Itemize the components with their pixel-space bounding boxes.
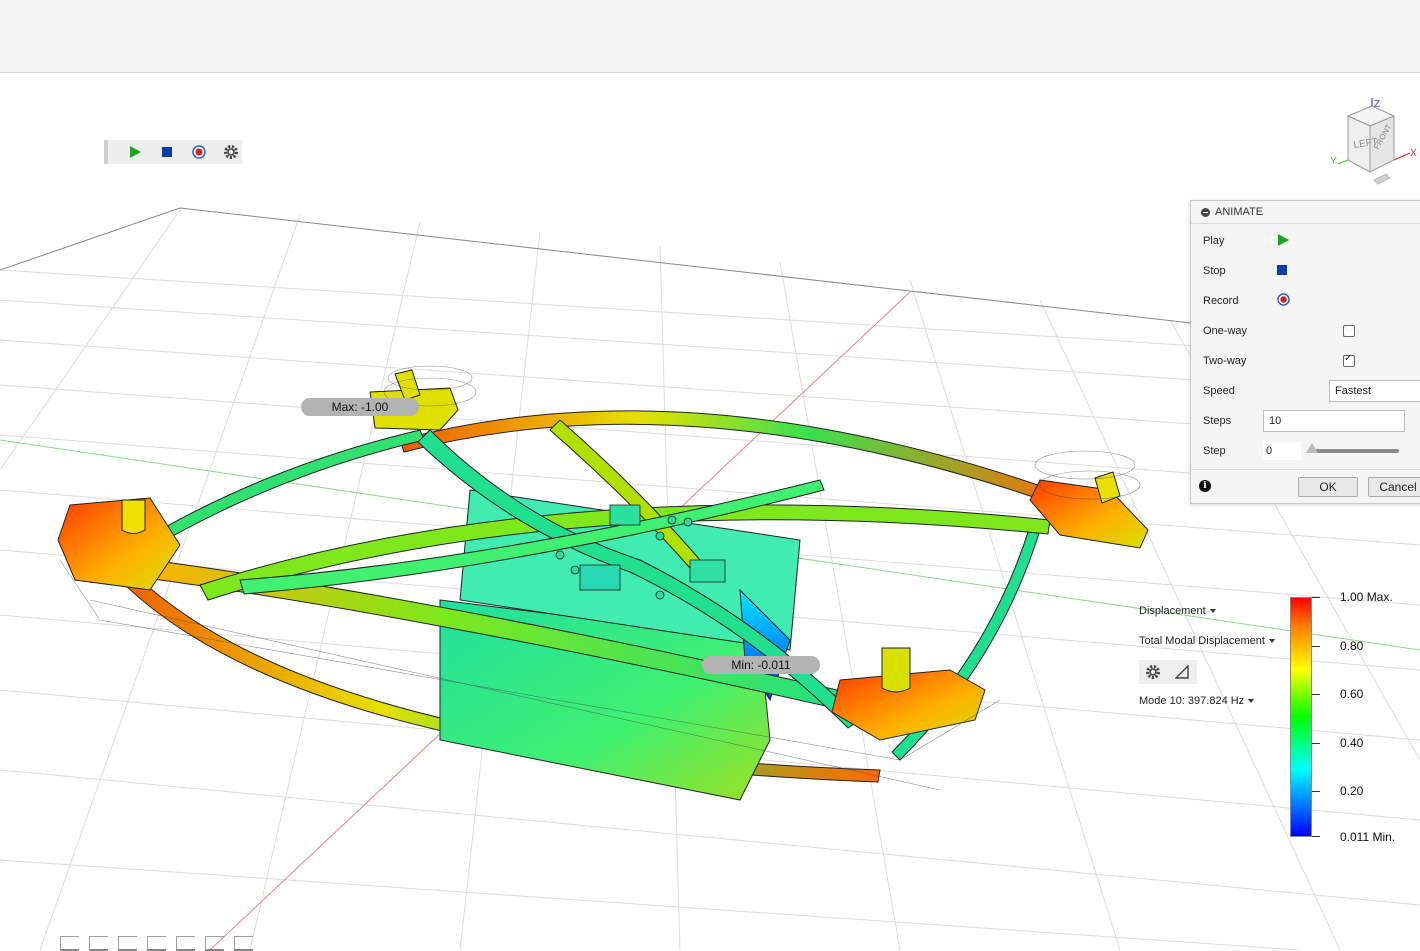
fit-icon[interactable] (176, 935, 195, 951)
result-type-dropdown[interactable]: Displacement (1135, 603, 1220, 619)
record-label: Record (1203, 295, 1239, 307)
one-way-checkbox[interactable] (1343, 325, 1355, 337)
ok-button[interactable]: OK (1298, 477, 1358, 497)
mode-dropdown[interactable]: Mode 10: 397.824 Hz (1135, 693, 1258, 709)
animate-dialog-footer: i OK Cancel (1191, 469, 1420, 504)
legend-label: 0.60 (1340, 687, 1364, 701)
legend-label: 0.40 (1340, 736, 1364, 750)
record-button[interactable] (188, 141, 210, 163)
legend-tick (1312, 791, 1320, 792)
panel-record-button[interactable] (1277, 293, 1290, 309)
steps-label: Steps (1203, 415, 1232, 427)
legend-tick (1312, 646, 1320, 647)
one-way-label: One-way (1203, 325, 1248, 337)
min-callout: Min: -0.011 (702, 656, 820, 674)
step-row: Step 0 (1203, 442, 1399, 460)
one-way-row: One-way (1203, 322, 1355, 340)
speed-row: Speed Fastest (1203, 380, 1420, 402)
play-icon (1278, 233, 1289, 246)
play-row: Play (1203, 232, 1289, 250)
cancel-button[interactable]: Cancel (1368, 477, 1420, 497)
play-icon (130, 146, 141, 158)
viewcube[interactable]: LEFT FRONT X Y Z (1328, 98, 1420, 188)
speed-label: Speed (1203, 385, 1235, 397)
info-icon[interactable]: i (1199, 480, 1211, 492)
probe-icon[interactable] (1175, 665, 1189, 679)
chevron-down-icon (1209, 609, 1216, 614)
step-value-input[interactable]: 0 (1263, 442, 1301, 460)
gear-icon (224, 145, 238, 159)
speed-value: Fastest (1335, 385, 1372, 397)
display-settings-icon[interactable] (205, 935, 224, 951)
grid-icon[interactable] (234, 935, 253, 951)
record-icon (192, 145, 206, 159)
legend-label-max: 1.00 Max. (1340, 590, 1393, 604)
gear-icon[interactable] (1145, 664, 1161, 680)
step-control: 0 (1263, 442, 1399, 460)
animation-toolbar (104, 140, 242, 164)
legend-label: 0.20 (1340, 784, 1364, 798)
look-at-icon[interactable] (89, 935, 108, 951)
legend-label-min: 0.011 Min. (1340, 830, 1396, 844)
result-component-dropdown[interactable]: Total Modal Displacement (1135, 633, 1279, 649)
stop-icon (162, 147, 172, 157)
panel-stop-button[interactable] (1277, 264, 1287, 278)
legend-tick (1312, 694, 1320, 695)
panel-play-button[interactable] (1277, 233, 1289, 249)
step-slider[interactable] (1306, 443, 1399, 453)
steps-row: Steps 10 (1203, 410, 1405, 432)
axis-y-label: Y (1330, 156, 1337, 167)
stop-button[interactable] (156, 141, 178, 163)
animate-dialog-header[interactable]: ANIMATE (1191, 201, 1420, 224)
two-way-checkbox[interactable] (1343, 353, 1355, 367)
record-row: Record (1203, 292, 1290, 310)
result-type-value: Displacement (1139, 605, 1206, 617)
pan-icon[interactable] (118, 935, 137, 951)
play-label: Play (1203, 235, 1225, 247)
record-icon (1277, 293, 1290, 306)
legend-tick (1312, 597, 1320, 598)
stop-icon (1277, 264, 1287, 275)
chevron-down-icon (1268, 639, 1275, 644)
legend-color-bar[interactable] (1290, 597, 1312, 837)
play-button[interactable] (124, 141, 146, 163)
two-way-row: Two-way (1203, 352, 1355, 370)
step-label: Step (1203, 445, 1226, 457)
speed-select[interactable]: Fastest (1329, 380, 1420, 402)
legend-tick (1312, 743, 1320, 744)
settings-button[interactable] (220, 141, 242, 163)
collapse-icon[interactable] (1201, 207, 1210, 217)
step-slider-handle[interactable] (1306, 443, 1318, 453)
stop-label: Stop (1203, 265, 1226, 277)
steps-input[interactable]: 10 (1263, 410, 1405, 432)
axis-x-label: X (1410, 148, 1417, 159)
orbit-icon[interactable] (60, 935, 79, 951)
app-toolbar (0, 0, 1420, 73)
axis-z-label: Z (1374, 99, 1380, 110)
chevron-down-icon (1248, 699, 1255, 704)
legend-tick (1312, 836, 1320, 837)
stop-row: Stop (1203, 262, 1287, 280)
result-component-value: Total Modal Displacement (1139, 635, 1265, 647)
zoom-icon[interactable] (147, 935, 166, 951)
navigation-toolbar (60, 935, 253, 951)
animate-dialog: ANIMATE Play Stop Record One-way Two-way… (1190, 200, 1420, 504)
animate-dialog-title: ANIMATE (1215, 206, 1264, 218)
legend-tools (1139, 660, 1197, 684)
mode-value: Mode 10: 397.824 Hz (1139, 695, 1245, 707)
two-way-label: Two-way (1203, 355, 1247, 367)
legend-label: 0.80 (1340, 639, 1364, 653)
max-callout: Max: -1.00 (301, 398, 419, 416)
